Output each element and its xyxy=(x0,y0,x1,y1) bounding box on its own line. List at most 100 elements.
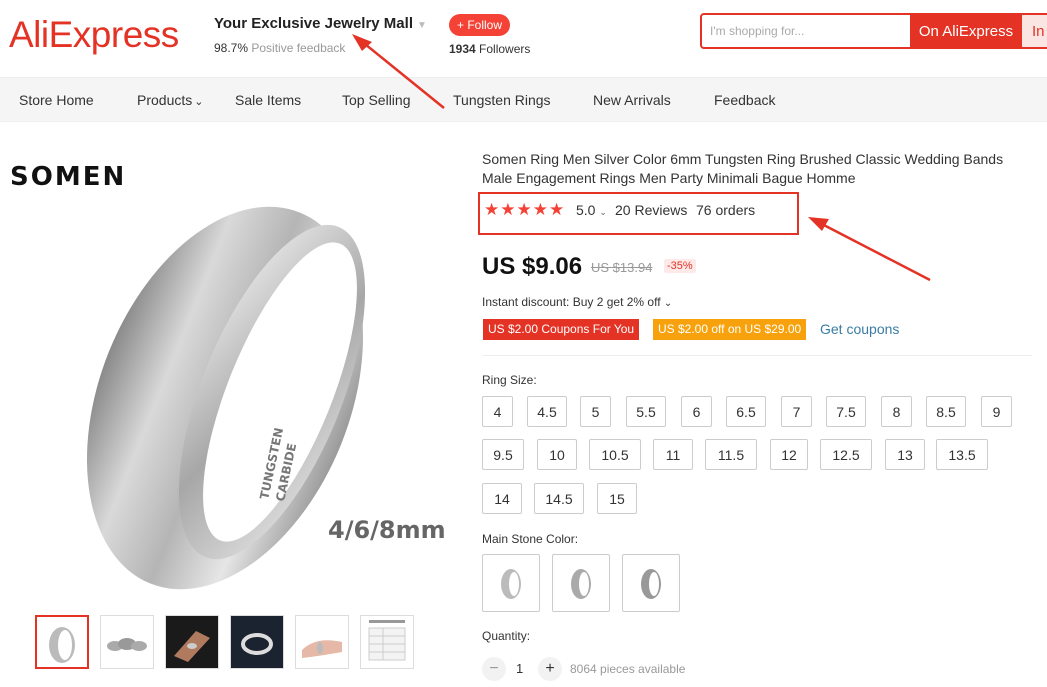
search-bar: On AliExpress In xyxy=(700,13,1047,49)
aliexpress-logo[interactable]: AliExpress xyxy=(9,14,179,56)
brand-text: SOMEN xyxy=(10,162,126,192)
store-info: Your Exclusive Jewelry Mall ▼ 98.7% Posit… xyxy=(214,15,427,55)
nav-products-label[interactable]: Products xyxy=(137,92,192,108)
ring-size-option[interactable]: 15 xyxy=(597,483,637,514)
get-coupons-link[interactable]: Get coupons xyxy=(820,321,899,337)
ring-size-option[interactable]: 9 xyxy=(981,396,1012,427)
thumbnail-2[interactable] xyxy=(100,615,154,669)
ring-thumb-icon xyxy=(49,627,75,663)
stone-color-option-1[interactable] xyxy=(482,554,540,612)
ring-color-icon xyxy=(501,569,521,599)
chevron-down-icon[interactable]: ⌄ xyxy=(194,96,203,108)
search-on-aliexpress-button[interactable]: On AliExpress xyxy=(910,13,1022,49)
nav-top-selling[interactable]: Top Selling xyxy=(342,92,411,108)
available-stock: 8064 pieces available xyxy=(570,662,686,676)
original-price: US $13.94 xyxy=(591,260,653,275)
width-text: 4/6/8mm xyxy=(328,516,446,544)
search-input[interactable] xyxy=(710,21,905,41)
arrow-to-rating xyxy=(817,220,931,282)
top-header: AliExpress Your Exclusive Jewelry Mall ▼ … xyxy=(0,0,1047,78)
discount-badge: -35% xyxy=(664,259,696,273)
feedback-percent: 98.7% xyxy=(214,41,249,55)
coupon-threshold[interactable]: US $2.00 off on US $29.00 xyxy=(653,319,807,340)
ring-size-option[interactable]: 10 xyxy=(537,439,577,470)
follow-block: + Follow 1934 Followers xyxy=(449,14,530,56)
ring-size-option[interactable]: 8 xyxy=(881,396,912,427)
chevron-down-icon[interactable]: ⌄ xyxy=(599,207,607,217)
stone-color-option-2[interactable] xyxy=(552,554,610,612)
thumbnail-5[interactable] xyxy=(295,615,349,669)
store-nav: Store Home Products ⌄ Sale Items Top Sell… xyxy=(0,78,1047,122)
star-rating-icon[interactable]: ★★★★★ xyxy=(484,200,565,220)
coupon-store[interactable]: US $2.00 Coupons For You xyxy=(483,319,640,340)
rating-number[interactable]: 5.0 xyxy=(576,202,595,218)
ring-size-option[interactable]: 12 xyxy=(770,439,808,470)
chevron-down-icon[interactable]: ▼ xyxy=(417,20,427,31)
nav-feedback[interactable]: Feedback xyxy=(714,92,775,108)
quantity-increase-button[interactable]: + xyxy=(538,657,562,681)
ring-size-option[interactable]: 4.5 xyxy=(527,396,567,427)
ring-size-option[interactable]: 7.5 xyxy=(826,396,866,427)
ring-color-icon xyxy=(571,569,591,599)
main-product-image[interactable]: SOMEN TUNGSTEN CARBIDE 4/6/8mm xyxy=(0,130,460,605)
ring-image: SOMEN TUNGSTEN CARBIDE 4/6/8mm xyxy=(10,162,446,590)
quantity-label: Quantity: xyxy=(482,629,531,643)
current-price: US $9.06 xyxy=(482,253,583,280)
ring-size-label: Ring Size: xyxy=(482,373,537,387)
ring-size-option[interactable]: 12.5 xyxy=(820,439,872,470)
instant-discount-text[interactable]: Instant discount: Buy 2 get 2% off xyxy=(482,295,661,309)
ring-size-option[interactable]: 6.5 xyxy=(726,396,766,427)
reviews-link[interactable]: 20 Reviews xyxy=(615,202,687,218)
ring-size-option[interactable]: 14 xyxy=(482,483,522,514)
followers-number: 1934 xyxy=(449,42,476,56)
followers-label: Followers xyxy=(479,42,531,56)
ring-size-option[interactable]: 4 xyxy=(482,396,513,427)
orders-count: 76 orders xyxy=(696,202,756,218)
follow-button[interactable]: + Follow xyxy=(449,14,511,36)
ring-size-option[interactable]: 8.5 xyxy=(926,396,966,427)
hand-thumb-icon xyxy=(166,616,218,668)
nav-products[interactable]: Products ⌄ xyxy=(137,92,203,108)
search-in-store-button[interactable]: In xyxy=(1022,13,1047,49)
ring-color-icon xyxy=(641,569,661,599)
store-feedback: 98.7% Positive feedback xyxy=(214,41,427,55)
rating-summary: ★★★★★ 5.0 ⌄ 20 Reviews 76 orders xyxy=(478,192,799,235)
ring-size-option[interactable]: 14.5 xyxy=(534,483,584,514)
ring-dark-thumb-icon xyxy=(231,616,283,668)
feedback-label: Positive feedback xyxy=(251,41,346,55)
chevron-down-icon[interactable]: ⌄ xyxy=(664,298,672,309)
size-chart-thumb-icon xyxy=(368,620,406,661)
thumbnail-3[interactable] xyxy=(165,615,219,669)
arrowhead-icon xyxy=(808,217,829,231)
thumbnail-6[interactable] xyxy=(360,615,414,669)
store-name-label[interactable]: Your Exclusive Jewelry Mall xyxy=(214,15,413,32)
ring-size-option[interactable]: 13.5 xyxy=(936,439,988,470)
rings-thumb-icon xyxy=(107,638,147,651)
ring-size-option[interactable]: 13 xyxy=(885,439,925,470)
quantity-decrease-button[interactable]: − xyxy=(482,657,506,681)
ring-size-option[interactable]: 9.5 xyxy=(482,439,524,470)
hand-ring-thumb-icon xyxy=(302,640,342,658)
instant-discount[interactable]: Instant discount: Buy 2 get 2% off ⌄ xyxy=(482,295,672,309)
ring-size-option[interactable]: 7 xyxy=(781,396,812,427)
nav-new-arrivals[interactable]: New Arrivals xyxy=(593,92,671,108)
nav-store-home[interactable]: Store Home xyxy=(19,92,94,108)
quantity-value[interactable]: 1 xyxy=(516,661,523,676)
stone-color-label: Main Stone Color: xyxy=(482,532,579,546)
ring-size-option[interactable]: 10.5 xyxy=(589,439,641,470)
thumbnail-1[interactable] xyxy=(35,615,89,669)
divider xyxy=(482,355,1032,356)
nav-tungsten-rings[interactable]: Tungsten Rings xyxy=(453,92,551,108)
followers-count: 1934 Followers xyxy=(449,42,530,56)
product-title: Somen Ring Men Silver Color 6mm Tungsten… xyxy=(482,151,1004,186)
store-name[interactable]: Your Exclusive Jewelry Mall ▼ xyxy=(214,15,427,32)
ring-size-option[interactable]: 6 xyxy=(681,396,712,427)
ring-size-option[interactable]: 5 xyxy=(580,396,611,427)
thumbnail-4[interactable] xyxy=(230,615,284,669)
ring-size-option[interactable]: 11 xyxy=(653,439,693,470)
ring-size-option[interactable]: 5.5 xyxy=(626,396,666,427)
rating-value[interactable]: 5.0 ⌄ xyxy=(576,202,607,218)
ring-size-option[interactable]: 11.5 xyxy=(705,439,757,470)
stone-color-option-3[interactable] xyxy=(622,554,680,612)
nav-sale-items[interactable]: Sale Items xyxy=(235,92,301,108)
